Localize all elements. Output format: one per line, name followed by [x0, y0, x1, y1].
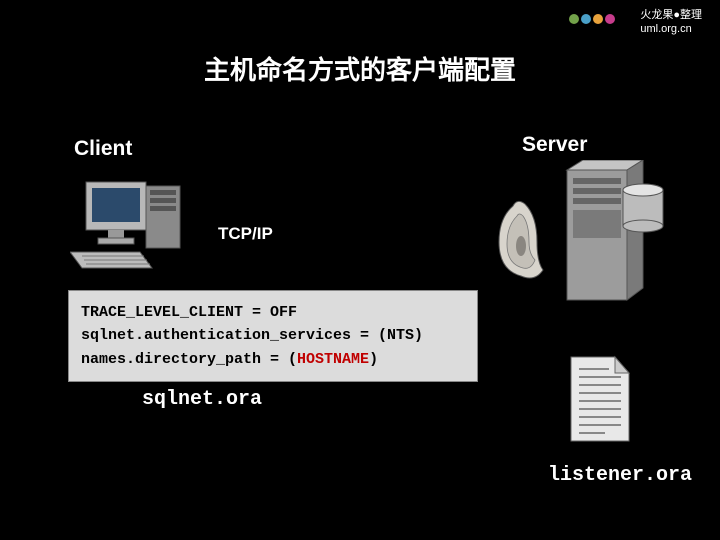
logo-line1: 火龙果●整理 — [640, 8, 702, 22]
logo-line2: uml.org.cn — [640, 22, 702, 36]
document-icon — [565, 355, 635, 450]
logo-dots-icon — [568, 6, 632, 38]
sqlnet-ora-label: sqlnet.ora — [142, 388, 262, 411]
logo-text: 火龙果●整理 uml.org.cn — [640, 8, 702, 37]
config-line-1: TRACE_LEVEL_CLIENT = OFF — [81, 301, 465, 324]
tcpip-label: TCP/IP — [218, 224, 273, 244]
server-label: Server — [522, 133, 587, 157]
logo: 火龙果●整理 uml.org.cn — [568, 6, 702, 38]
config-line-2: sqlnet.authentication_services = (NTS) — [81, 324, 465, 347]
server-icon — [495, 160, 665, 325]
page-title: 主机命名方式的客户端配置 — [0, 50, 720, 87]
client-computer-icon — [70, 180, 190, 275]
listener-ora-label: listener.ora — [548, 464, 692, 487]
config-box: TRACE_LEVEL_CLIENT = OFF sqlnet.authenti… — [68, 290, 478, 382]
config-line-3: names.directory_path = (HOSTNAME) — [81, 348, 465, 371]
hostname-highlight: HOSTNAME — [297, 351, 369, 368]
client-label: Client — [74, 137, 132, 161]
